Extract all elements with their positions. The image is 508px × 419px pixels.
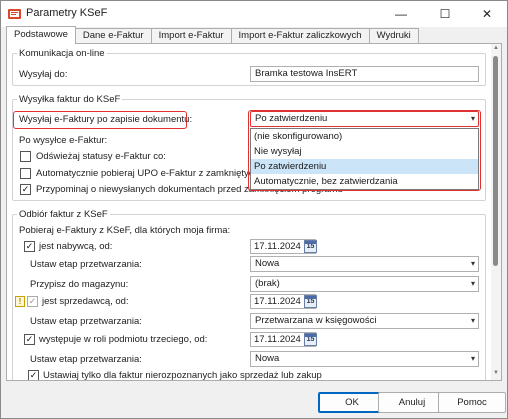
maximize-button[interactable]: ☐ xyxy=(423,1,467,27)
help-button[interactable]: Pomoc xyxy=(438,392,506,413)
refresh-status-checkbox[interactable] xyxy=(20,151,31,162)
minimize-icon: — xyxy=(395,7,407,21)
warehouse-label: Przypisz do magazynu: xyxy=(30,279,129,290)
tab-import-zaliczkowych[interactable]: Import e-Faktur zaliczkowych xyxy=(230,28,370,44)
buyer-stage-value: Nowa xyxy=(255,258,280,269)
send-to-label: Wysyłaj do: xyxy=(19,69,68,80)
unrecognized-checkbox[interactable]: ✓ xyxy=(28,370,39,380)
third-stage-label: Ustaw etap przetwarzania: xyxy=(30,354,142,365)
seller-label: jest sprzedawcą, od: xyxy=(42,296,129,307)
seller-stage-value: Przetwarzana w księgowości xyxy=(255,315,377,326)
buyer-checkbox[interactable]: ✓ xyxy=(24,241,35,252)
close-icon: ✕ xyxy=(481,7,493,21)
tab-import-efaktur[interactable]: Import e-Faktur xyxy=(150,28,232,44)
scroll-down-icon[interactable]: ▼ xyxy=(492,370,500,379)
buyer-label: jest nabywcą, od: xyxy=(39,241,113,252)
buyer-stage-select[interactable]: Nowa ▾ xyxy=(250,256,479,272)
send-to-select[interactable]: Bramka testowa InsERT xyxy=(250,66,479,82)
chevron-down-icon: ▾ xyxy=(470,316,475,325)
third-stage-select[interactable]: Nowa ▾ xyxy=(250,351,479,367)
calendar-icon[interactable]: 15 xyxy=(304,240,317,253)
warning-icon: ! xyxy=(15,296,25,307)
vertical-scrollbar[interactable]: ▲ ▼ xyxy=(491,44,501,380)
cancel-button[interactable]: Anuluj xyxy=(378,392,446,413)
auto-upo-label: Automatycznie pobieraj UPO e-Faktur z za… xyxy=(36,168,272,179)
title-bar: Parametry KSeF — ☐ ✕ xyxy=(1,1,507,27)
ksef-app-icon xyxy=(8,9,21,19)
tab-panel-podstawowe: Komunikacja on-line Wysyłaj do: Bramka t… xyxy=(6,43,502,381)
tab-podstawowe[interactable]: Podstawowe xyxy=(6,26,76,44)
chevron-down-icon: ▾ xyxy=(470,259,475,268)
close-button[interactable]: ✕ xyxy=(465,1,508,27)
tab-dane-efaktur[interactable]: Dane e-Faktur xyxy=(74,28,152,44)
third-stage-value: Nowa xyxy=(255,353,280,364)
refresh-status-label: Odświeżaj statusy e-Faktur co: xyxy=(36,151,166,162)
scroll-up-icon[interactable]: ▲ xyxy=(492,45,500,54)
calendar-icon[interactable]: 15 xyxy=(304,295,317,308)
auto-upo-checkbox[interactable] xyxy=(20,168,31,179)
after-send-label: Po wysyłce e-Faktur: xyxy=(19,135,108,146)
third-party-checkbox[interactable]: ✓ xyxy=(24,334,35,345)
third-party-label: występuje w roli podmiotu trzeciego, od: xyxy=(39,334,208,345)
window-title: Parametry KSeF xyxy=(26,7,108,19)
minimize-button[interactable]: — xyxy=(379,1,423,27)
receiving-legend: Odbiór faktur z KSeF xyxy=(19,209,108,220)
send-to-value: Bramka testowa InsERT xyxy=(255,68,358,79)
seller-checkbox[interactable]: ✓ xyxy=(27,296,38,307)
tab-strip: Podstawowe Dane e-Faktur Import e-Faktur… xyxy=(6,26,419,44)
unrecognized-label: Ustawiaj tylko dla faktur nierozpoznanyc… xyxy=(43,370,322,381)
seller-stage-label: Ustaw etap przetwarzania: xyxy=(30,316,142,327)
maximize-icon: ☐ xyxy=(439,7,451,21)
online-legend: Komunikacja on-line xyxy=(19,48,105,59)
buyer-stage-label: Ustaw etap przetwarzania: xyxy=(30,259,142,270)
ok-button[interactable]: OK xyxy=(318,392,386,413)
calendar-icon[interactable]: 15 xyxy=(304,333,317,346)
dropdown-highlight xyxy=(248,110,481,191)
sending-legend: Wysyłka faktur do KSeF xyxy=(19,94,121,105)
scrollbar-thumb[interactable] xyxy=(493,56,498,266)
receiving-intro: Pobieraj e-Faktury z KSeF, dla których m… xyxy=(19,225,231,236)
seller-stage-select[interactable]: Przetwarzana w księgowości ▾ xyxy=(250,313,479,329)
after-save-label: Wysyłaj e-Faktury po zapisie dokumentu: xyxy=(19,114,193,125)
tab-wydruki[interactable]: Wydruki xyxy=(368,28,419,44)
warehouse-value: (brak) xyxy=(255,278,280,289)
remind-checkbox[interactable]: ✓ xyxy=(20,184,31,195)
warehouse-select[interactable]: (brak) ▾ xyxy=(250,276,479,292)
chevron-down-icon: ▾ xyxy=(470,279,475,288)
dialog-window: Parametry KSeF — ☐ ✕ Podstawowe Dane e-F… xyxy=(0,0,508,419)
chevron-down-icon: ▾ xyxy=(470,354,475,363)
